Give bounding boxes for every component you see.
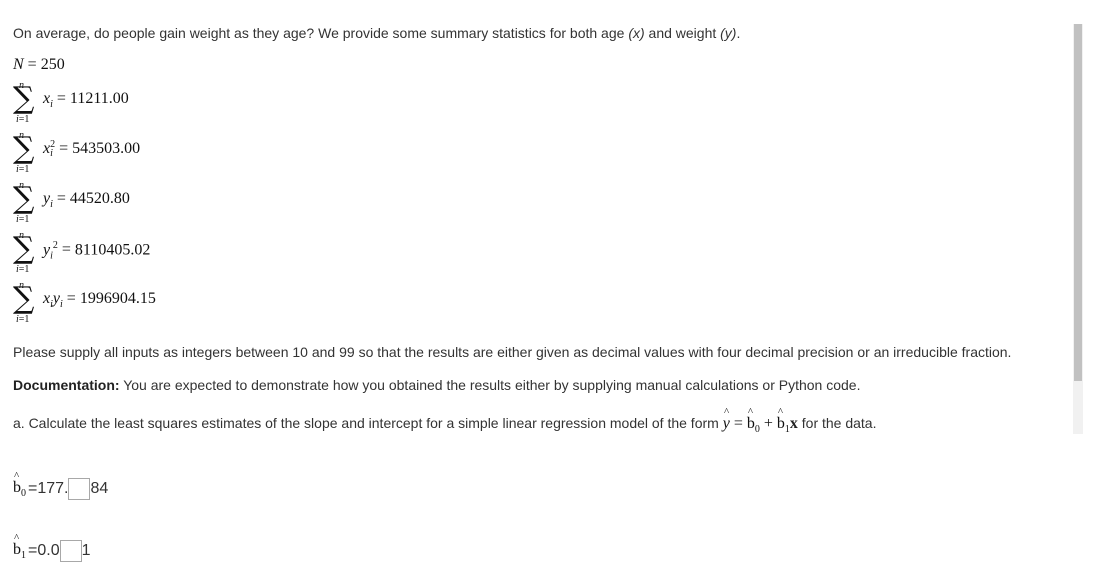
sum-x-squared: n ∑ i=1 x 2 i = 543503.00 — [13, 130, 313, 178]
intro-text: On average, do people gain weight as the… — [13, 25, 740, 41]
b1-equals: = — [28, 542, 38, 559]
sum-y: n ∑ i=1 yi = 44520.80 — [13, 180, 313, 228]
b1-prefix: 0.0 — [37, 542, 60, 559]
documentation-body: You are expected to demonstrate how you … — [119, 377, 861, 393]
documentation-label: Documentation: — [13, 377, 120, 393]
sigma-symbol: ∑ — [13, 231, 35, 266]
sigma-symbol: ∑ — [13, 181, 35, 216]
sum-xy-expression: xiyi = 1996904.15 — [43, 290, 156, 311]
y-variable: (y) — [720, 25, 737, 41]
sample-size: N = 250 — [13, 56, 65, 74]
sum-x-squared-expression: x 2 i = 543503.00 — [43, 139, 141, 160]
b1-input[interactable] — [59, 540, 82, 562]
sum-x-value: 11211.00 — [69, 90, 129, 107]
intro-text-part2: and weight — [644, 25, 721, 41]
sum-x-expression: xi = 11211.00 — [43, 90, 129, 111]
instructions-text: Please supply all inputs as integers bet… — [13, 344, 1012, 360]
n-equals: = — [27, 56, 37, 73]
b0-equals: = — [28, 480, 38, 497]
sum-lower-limit: i=1 — [16, 214, 30, 225]
sum-lower-limit: i=1 — [16, 314, 30, 325]
documentation-text: Documentation: You are expected to demon… — [13, 377, 860, 393]
sum-lower-limit: i=1 — [16, 164, 30, 175]
sum-y-squared-value: 8110405.02 — [74, 241, 151, 259]
b0-input[interactable] — [68, 478, 91, 500]
regression-formula: y = b0 + b1x — [723, 406, 798, 435]
n-value: 250 — [40, 56, 65, 73]
b1-label: b1 — [13, 532, 26, 561]
sigma-symbol: ∑ — [13, 281, 35, 316]
sum-xy-value: 1996904.15 — [79, 290, 156, 307]
x-variable: (x) — [628, 25, 645, 41]
intro-text-part3: . — [736, 25, 741, 41]
b0-label: b0 — [13, 470, 26, 499]
question-a-prefix: a. Calculate the least squares estimates… — [13, 415, 723, 431]
n-symbol: N — [13, 56, 24, 73]
sigma-symbol: ∑ — [13, 81, 35, 116]
scrollbar-thumb[interactable] — [1074, 24, 1082, 381]
sum-xy: n ∑ i=1 xiyi = 1996904.15 — [13, 280, 313, 328]
answer-b1: b1 = 0.0 1 — [13, 532, 91, 562]
answer-b0: b0 = 177. 84 — [13, 470, 109, 500]
b0-prefix: 177. — [37, 480, 69, 497]
sum-x-squared-value: 543503.00 — [72, 140, 141, 157]
sum-y-squared-expression: yi2 = 8110405.02 — [43, 240, 151, 262]
sigma-symbol: ∑ — [13, 131, 35, 166]
sum-y-expression: yi = 44520.80 — [43, 190, 130, 211]
b0-suffix: 84 — [90, 480, 109, 497]
sum-x: n ∑ i=1 xi = 11211.00 — [13, 80, 313, 128]
sum-y-value: 44520.80 — [69, 190, 130, 207]
b1-suffix: 1 — [81, 542, 91, 559]
sum-lower-limit: i=1 — [16, 264, 30, 275]
question-a-suffix: for the data. — [797, 415, 877, 431]
intro-text-part1: On average, do people gain weight as the… — [13, 25, 629, 41]
sum-y-squared: n ∑ i=1 yi2 = 8110405.02 — [13, 230, 313, 278]
vertical-scrollbar[interactable] — [1073, 24, 1083, 434]
question-a-text: a. Calculate the least squares estimates… — [13, 406, 877, 435]
sum-lower-limit: i=1 — [16, 114, 30, 125]
